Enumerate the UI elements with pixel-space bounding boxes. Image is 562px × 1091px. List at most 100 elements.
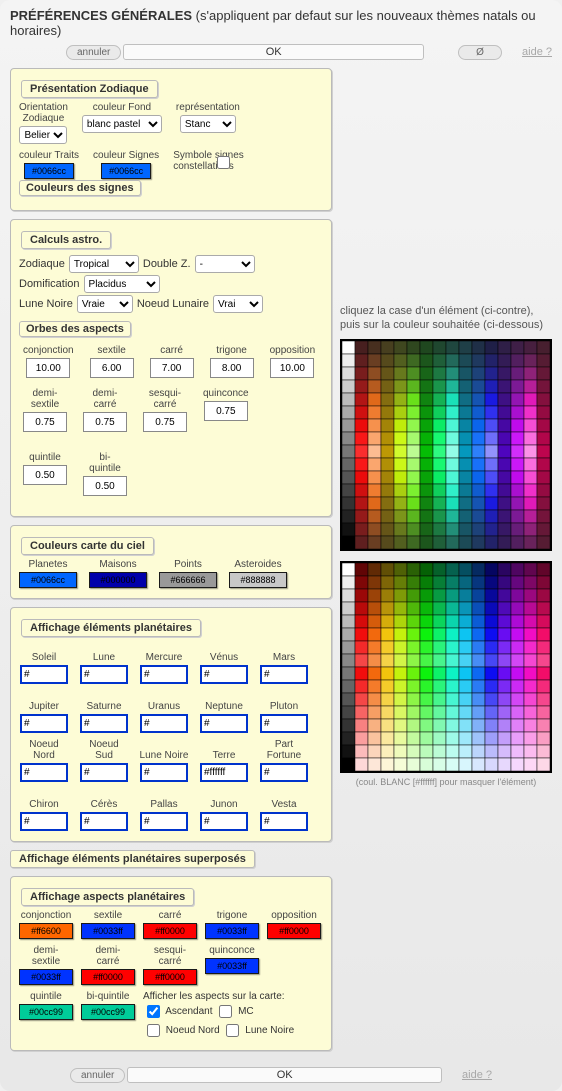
planet-input[interactable] bbox=[80, 812, 128, 831]
planet-input[interactable] bbox=[200, 714, 248, 733]
help-link-bottom[interactable]: aide ? bbox=[462, 1069, 492, 1081]
aspect-label: sextile bbox=[94, 910, 122, 921]
planet-input[interactable] bbox=[80, 763, 128, 782]
signes-swatch[interactable]: #0066cc bbox=[101, 163, 151, 179]
bgcolor-label: couleur Fond bbox=[93, 102, 151, 113]
planet-label: Saturne bbox=[86, 690, 121, 712]
planet-input[interactable] bbox=[260, 714, 308, 733]
aspect-label: trigone bbox=[217, 910, 248, 921]
aspect-checkbox[interactable] bbox=[147, 1024, 160, 1037]
zodiac-type-select[interactable]: Tropical bbox=[69, 255, 139, 273]
aspect-swatch[interactable]: #ff6600 bbox=[19, 923, 73, 939]
repr-select[interactable]: Stanc bbox=[180, 115, 236, 133]
planet-input[interactable] bbox=[140, 763, 188, 782]
planet-input[interactable] bbox=[80, 714, 128, 733]
planet-input[interactable] bbox=[20, 714, 68, 733]
orbe-input[interactable] bbox=[90, 358, 134, 378]
planet-input[interactable] bbox=[140, 665, 188, 684]
aspect-swatch[interactable]: #0033ff bbox=[205, 923, 259, 939]
ok-button-bottom[interactable]: OK bbox=[127, 1067, 442, 1083]
aspect-swatch[interactable]: #0033ff bbox=[205, 958, 259, 974]
planet-label: Chiron bbox=[29, 788, 58, 810]
aspect-checkbox[interactable] bbox=[226, 1024, 239, 1037]
orientation-select[interactable]: Belier bbox=[19, 126, 67, 144]
picker-note: (coul. BLANC [#ffffff] pour masquer l'él… bbox=[340, 777, 552, 787]
overlay-legend[interactable]: Affichage éléments planétaires superposé… bbox=[10, 850, 255, 868]
planet-label: Jupiter bbox=[29, 690, 59, 712]
planet-input[interactable] bbox=[260, 763, 308, 782]
orbe-input[interactable] bbox=[23, 465, 67, 485]
domif-label: Domification bbox=[19, 278, 80, 290]
noeud-select[interactable]: Vrai bbox=[213, 295, 263, 313]
orbe-input[interactable] bbox=[270, 358, 314, 378]
sky-label: Maisons bbox=[99, 559, 136, 570]
planet-input[interactable] bbox=[20, 812, 68, 831]
orbe-input[interactable] bbox=[150, 358, 194, 378]
aspect-checkbox[interactable] bbox=[219, 1005, 232, 1018]
cancel-button-bottom[interactable]: annuler bbox=[70, 1068, 125, 1083]
planet-label: Neptune bbox=[205, 690, 243, 712]
orbe-input[interactable] bbox=[210, 358, 254, 378]
sky-swatch[interactable]: #000000 bbox=[89, 572, 147, 588]
aspect-swatch[interactable]: #0033ff bbox=[19, 969, 73, 985]
orbe-label: demi- sextile bbox=[31, 388, 59, 410]
aspect-swatch[interactable]: #ff0000 bbox=[143, 969, 197, 985]
zodiac-legend: Présentation Zodiaque bbox=[21, 80, 158, 98]
planet-label: Mercure bbox=[146, 641, 183, 663]
aspect-swatch[interactable]: #ff0000 bbox=[143, 923, 197, 939]
symbol-checkbox[interactable] bbox=[217, 156, 230, 169]
aspects-legend: Affichage aspects planétaires bbox=[21, 888, 194, 906]
planet-input[interactable] bbox=[80, 665, 128, 684]
aspect-label: quinconce bbox=[209, 945, 255, 956]
aspect-swatch[interactable]: #0033ff bbox=[81, 923, 135, 939]
sky-label: Planetes bbox=[29, 559, 68, 570]
planet-input[interactable] bbox=[200, 665, 248, 684]
aspect-label: conjonction bbox=[21, 910, 72, 921]
aspect-swatch[interactable]: #ff0000 bbox=[81, 969, 135, 985]
aspect-swatch[interactable]: #00cc99 bbox=[19, 1004, 73, 1020]
cancel-button[interactable]: annuler bbox=[66, 45, 121, 60]
aspect-swatch[interactable]: #00cc99 bbox=[81, 1004, 135, 1020]
color-palette-2[interactable] bbox=[340, 561, 552, 773]
orbe-input[interactable] bbox=[204, 401, 248, 421]
orbe-input[interactable] bbox=[26, 358, 70, 378]
planet-input[interactable] bbox=[140, 714, 188, 733]
planet-input[interactable] bbox=[20, 665, 68, 684]
planet-input[interactable] bbox=[140, 812, 188, 831]
planet-label: Vénus bbox=[210, 641, 238, 663]
reset-button[interactable]: Ø bbox=[458, 45, 502, 60]
calc-legend: Calculs astro. bbox=[21, 231, 111, 249]
planet-label: Lune bbox=[93, 641, 115, 663]
orbe-label: trigone bbox=[216, 345, 247, 356]
domif-select[interactable]: Placidus bbox=[84, 275, 160, 293]
aspect-swatch[interactable]: #ff0000 bbox=[267, 923, 321, 939]
sky-swatch[interactable]: #888888 bbox=[229, 572, 287, 588]
bgcolor-select[interactable]: blanc pastel bbox=[82, 115, 162, 133]
sky-swatch[interactable]: #666666 bbox=[159, 572, 217, 588]
orbe-input[interactable] bbox=[23, 412, 67, 432]
noeud-label: Noeud Lunaire bbox=[137, 298, 209, 310]
ok-button[interactable]: OK bbox=[123, 44, 424, 60]
color-palette-1[interactable] bbox=[340, 339, 552, 551]
orbe-input[interactable] bbox=[83, 476, 127, 496]
planet-input[interactable] bbox=[20, 763, 68, 782]
sky-swatch[interactable]: #0066cc bbox=[19, 572, 77, 588]
lune-select[interactable]: Vraie bbox=[77, 295, 133, 313]
show-aspects-label: Afficher les aspects sur la carte: bbox=[143, 991, 294, 1002]
planet-input[interactable] bbox=[200, 763, 248, 782]
traits-swatch[interactable]: #0066cc bbox=[24, 163, 74, 179]
orbe-input[interactable] bbox=[143, 412, 187, 432]
orbe-label: quintile bbox=[29, 452, 61, 463]
help-link[interactable]: aide ? bbox=[522, 46, 552, 58]
aspect-checkbox[interactable] bbox=[147, 1005, 160, 1018]
planet-label: Vesta bbox=[271, 788, 296, 810]
planet-input[interactable] bbox=[200, 812, 248, 831]
doublez-select[interactable]: - bbox=[195, 255, 255, 273]
colors-signs-button[interactable]: Couleurs des signes bbox=[19, 180, 141, 196]
planet-input[interactable] bbox=[260, 812, 308, 831]
lune-label: Lune Noire bbox=[19, 298, 73, 310]
orbe-input[interactable] bbox=[83, 412, 127, 432]
aspect-label: demi- sextile bbox=[32, 945, 60, 967]
orbe-label: carré bbox=[160, 345, 183, 356]
planet-input[interactable] bbox=[260, 665, 308, 684]
